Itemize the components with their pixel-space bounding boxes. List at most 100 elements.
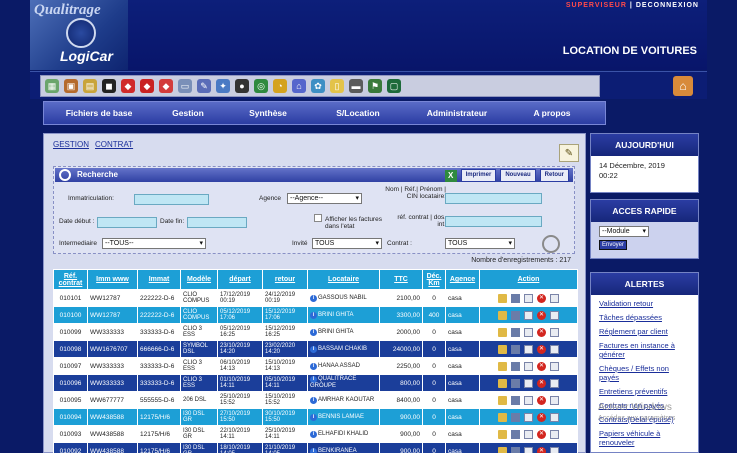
box-icon[interactable]: ▣ — [64, 79, 78, 93]
table-row[interactable]: 010096 WW333333 333333-D-6 CLIO 3 ESS 01/10/… — [53, 374, 578, 392]
delete-icon[interactable]: ✕ — [537, 361, 546, 371]
car-red-icon[interactable]: ◆ — [121, 79, 135, 93]
table-row[interactable]: 010101 WW12787 222222-D-6 CLIO COMPUS 17/12/… — [53, 289, 578, 307]
edit-icon[interactable] — [498, 429, 507, 439]
info-icon[interactable]: i — [310, 362, 317, 370]
nav-fichiers[interactable]: Fichiers de base — [44, 108, 154, 118]
alert-item[interactable]: Entretiens préventifs — [599, 387, 690, 396]
big-search-icon[interactable] — [542, 235, 560, 253]
car-key-icon[interactable] — [524, 327, 533, 337]
table-row[interactable]: 010094 WW438588 12175/H/6 I30 DSL GR 27/10/2… — [53, 408, 578, 426]
report-icon[interactable] — [550, 310, 559, 320]
folder-icon[interactable]: ▤ — [83, 79, 97, 93]
window-icon[interactable]: ▭ — [178, 79, 192, 93]
nav-slocation[interactable]: S/Location — [314, 108, 402, 118]
date-fin-field[interactable] — [187, 217, 247, 228]
alert-item[interactable]: Tâches dépassées — [599, 313, 690, 322]
report-icon[interactable] — [550, 344, 559, 354]
edit-icon[interactable] — [498, 412, 507, 422]
info-icon[interactable]: i — [310, 294, 317, 302]
nav-gestion[interactable]: Gestion — [154, 108, 222, 118]
table-row[interactable]: 010099 WW333333 333333-D-6 CLIO 3 ESS 05/12/… — [53, 323, 578, 341]
th-locataire[interactable]: Locataire — [307, 269, 380, 290]
report-icon[interactable] — [550, 395, 559, 405]
th-ttc[interactable]: TTC — [379, 269, 423, 290]
back-button[interactable]: Retour — [539, 169, 569, 182]
settings-icon[interactable]: ✿ — [311, 79, 325, 93]
car-key-icon[interactable] — [524, 446, 533, 453]
th-retour[interactable]: retour — [262, 269, 308, 290]
edit-icon[interactable] — [498, 310, 507, 320]
new-button[interactable]: Nouveau — [500, 169, 536, 182]
delete-icon[interactable]: ✕ — [537, 310, 546, 320]
report-icon[interactable] — [550, 293, 559, 303]
info-icon[interactable]: i — [310, 430, 317, 438]
car-icon[interactable] — [511, 361, 520, 371]
delete-icon[interactable]: ✕ — [537, 327, 546, 337]
alert-item[interactable]: Factures en instance à générer — [599, 341, 690, 359]
report-icon[interactable] — [550, 429, 559, 439]
module-select[interactable]: --Module — [599, 226, 649, 237]
car-icon[interactable] — [511, 378, 520, 388]
logout-link[interactable]: DECONNEXION — [636, 2, 699, 9]
info-icon[interactable]: i — [310, 328, 317, 336]
car-key-icon[interactable] — [524, 429, 533, 439]
flag-icon[interactable]: ⚑ — [368, 79, 382, 93]
edit-icon[interactable] — [498, 378, 507, 388]
delete-icon[interactable]: ✕ — [537, 344, 546, 354]
info-icon[interactable]: i — [310, 413, 317, 421]
edit-icon[interactable] — [498, 446, 507, 453]
edit-icon[interactable] — [498, 344, 507, 354]
table-row[interactable]: 010097 WW333333 333333-D-6 CLIO 3 ESS 06/10/… — [53, 357, 578, 375]
nav-apropos[interactable]: A propos — [512, 108, 592, 118]
note-icon[interactable]: ▯ — [330, 79, 344, 93]
car-icon[interactable] — [511, 412, 520, 422]
edit-icon[interactable] — [498, 395, 507, 405]
alert-item[interactable]: Réglement par client — [599, 327, 690, 336]
tools-icon[interactable]: ✦ — [216, 79, 230, 93]
car-red3-icon[interactable]: ◆ — [159, 79, 173, 93]
table-row[interactable]: 010100 WW12787 222222-D-6 CLIO COMPUS 05/12/… — [53, 306, 578, 324]
contrat-select[interactable]: TOUS — [445, 238, 515, 249]
car-key-icon[interactable] — [524, 344, 533, 354]
table-row[interactable]: 010098 WW1676707 666666-D-6 SYMBOL DSL 23/10… — [53, 340, 578, 358]
logo[interactable]: Qualitrage LogiCar — [30, 0, 128, 70]
table-row[interactable]: 010095 WW677777 555555-D-6 206 DSL 25/10/201… — [53, 391, 578, 409]
delete-icon[interactable]: ✕ — [537, 293, 546, 303]
home-icon[interactable]: ⌂ — [673, 76, 693, 96]
info-icon[interactable]: i — [310, 345, 317, 353]
edit-icon[interactable] — [498, 327, 507, 337]
info-icon[interactable]: i — [310, 376, 317, 384]
intermediaire-select[interactable]: --TOUS-- — [102, 238, 206, 249]
report-icon[interactable] — [550, 446, 559, 453]
alert-item[interactable]: Chèques / Effets non payés — [599, 364, 690, 382]
th-immw[interactable]: Imm www — [87, 269, 138, 290]
delete-icon[interactable]: ✕ — [537, 429, 546, 439]
car-key-icon[interactable] — [524, 412, 533, 422]
th-agence[interactable]: Agence — [445, 269, 480, 290]
car-red2-icon[interactable]: ◆ — [140, 79, 154, 93]
delete-icon[interactable]: ✕ — [537, 412, 546, 422]
car-icon[interactable] — [511, 429, 520, 439]
th-km[interactable]: Déc. Km — [422, 269, 446, 290]
delete-icon[interactable]: ✕ — [537, 378, 546, 388]
alert-item[interactable]: Validation retour — [599, 299, 690, 308]
car-icon[interactable] — [511, 395, 520, 405]
info-icon[interactable]: i — [310, 311, 317, 319]
edit-icon[interactable] — [498, 361, 507, 371]
house-icon[interactable]: ⌂ — [292, 79, 306, 93]
th-ref[interactable]: Réf. contrat — [53, 269, 88, 290]
car-icon[interactable] — [511, 446, 520, 453]
car-black-icon[interactable]: ◼ — [102, 79, 116, 93]
nav-synthese[interactable]: Synthèse — [222, 108, 314, 118]
car-key-icon[interactable] — [524, 361, 533, 371]
ref-field[interactable] — [445, 216, 542, 227]
th-modele[interactable]: Modèle — [180, 269, 218, 290]
car-icon[interactable] — [511, 344, 520, 354]
delete-icon[interactable]: ✕ — [537, 395, 546, 405]
image-icon[interactable]: ▦ — [45, 79, 59, 93]
report-icon[interactable] — [550, 361, 559, 371]
table-row[interactable]: 010093 WW438588 12175/H/6 I30 DSL GR 22/10/2… — [53, 425, 578, 443]
info-icon[interactable]: i — [310, 396, 317, 404]
th-immat[interactable]: Immat — [137, 269, 181, 290]
